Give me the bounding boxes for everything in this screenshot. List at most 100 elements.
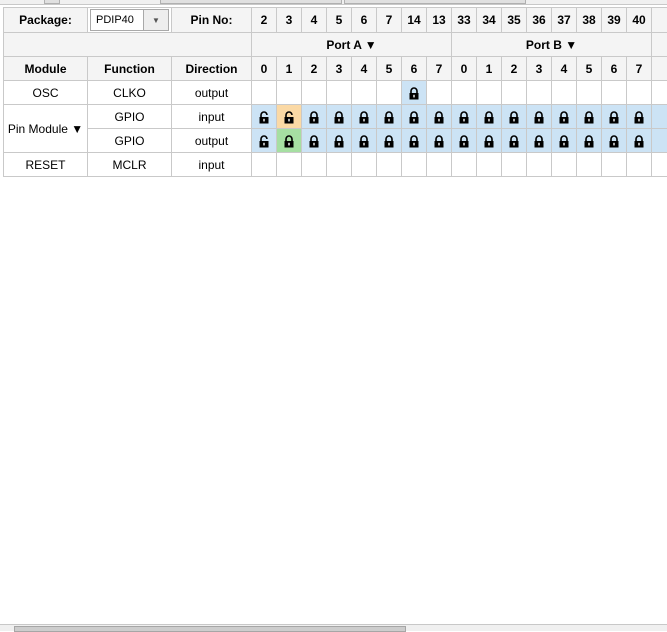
lock-icon[interactable] (558, 109, 570, 123)
pin-cell-locked[interactable] (527, 105, 552, 129)
package-select[interactable]: PDIP40 ▼ (90, 9, 169, 31)
pin-cell[interactable] (377, 81, 402, 105)
pin-cell[interactable] (427, 153, 452, 177)
tab-handle[interactable] (160, 0, 342, 4)
pin-cell-locked[interactable] (277, 129, 302, 153)
pin-cell[interactable] (502, 153, 527, 177)
pin-cell-locked[interactable] (577, 105, 602, 129)
pin-cell[interactable] (252, 81, 277, 105)
pin-cell-locked[interactable] (377, 105, 402, 129)
unlock-icon[interactable] (258, 133, 271, 147)
lock-icon[interactable] (458, 133, 470, 147)
pin-cell[interactable] (602, 153, 627, 177)
pin-cell-locked[interactable] (352, 105, 377, 129)
lock-icon[interactable] (408, 133, 420, 147)
pin-cell[interactable] (352, 153, 377, 177)
lock-icon[interactable] (383, 133, 395, 147)
pin-cell-locked[interactable] (327, 105, 352, 129)
lock-icon[interactable] (583, 109, 595, 123)
port-b-header[interactable]: Port B ▼ (452, 33, 652, 57)
pin-cell-locked[interactable] (477, 129, 502, 153)
lock-icon[interactable] (483, 133, 495, 147)
lock-icon[interactable] (633, 133, 645, 147)
pin-cell-locked[interactable] (452, 105, 477, 129)
lock-icon[interactable] (308, 109, 320, 123)
unlock-icon[interactable] (258, 109, 271, 123)
pin-cell[interactable] (427, 81, 452, 105)
lock-icon[interactable] (308, 133, 320, 147)
pin-cell[interactable] (402, 153, 427, 177)
lock-icon[interactable] (433, 133, 445, 147)
lock-icon[interactable] (533, 109, 545, 123)
pin-cell[interactable] (352, 81, 377, 105)
pin-cell-locked[interactable] (452, 129, 477, 153)
pin-cell-locked[interactable] (402, 129, 427, 153)
lock-icon[interactable] (483, 109, 495, 123)
pin-cell[interactable] (527, 153, 552, 177)
pin-cell-locked[interactable] (402, 81, 427, 105)
pin-cell-locked[interactable] (552, 129, 577, 153)
pin-cell-locked[interactable] (327, 129, 352, 153)
pin-cell-locked[interactable] (402, 105, 427, 129)
pin-cell[interactable] (277, 153, 302, 177)
pin-cell-locked[interactable] (627, 105, 652, 129)
lock-icon[interactable] (408, 85, 420, 99)
pin-cell-locked[interactable] (527, 129, 552, 153)
pin-cell[interactable] (627, 153, 652, 177)
pin-cell-locked[interactable] (477, 105, 502, 129)
pin-cell[interactable] (327, 81, 352, 105)
pin-cell-unlocked[interactable] (252, 129, 277, 153)
pin-cell[interactable] (477, 81, 502, 105)
lock-icon[interactable] (408, 109, 420, 123)
pin-cell-locked[interactable] (352, 129, 377, 153)
pin-cell-locked[interactable] (627, 129, 652, 153)
pin-cell[interactable] (327, 153, 352, 177)
pin-cell[interactable] (577, 153, 602, 177)
lock-icon[interactable] (608, 133, 620, 147)
lock-icon[interactable] (333, 133, 345, 147)
tab-handle[interactable] (344, 0, 526, 4)
pin-cell-locked[interactable] (502, 105, 527, 129)
pin-cell-locked[interactable] (577, 129, 602, 153)
pin-module-cell[interactable]: Pin Module ▼ (4, 105, 88, 153)
pin-cell[interactable] (277, 81, 302, 105)
lock-icon[interactable] (533, 133, 545, 147)
tab-handle[interactable] (44, 0, 60, 4)
pin-cell-locked[interactable] (602, 129, 627, 153)
lock-icon[interactable] (508, 133, 520, 147)
pin-cell-locked[interactable] (427, 129, 452, 153)
dropdown-arrow-icon[interactable]: ▼ (143, 10, 168, 30)
pin-cell[interactable] (527, 81, 552, 105)
pin-cell[interactable] (302, 153, 327, 177)
pin-cell[interactable] (602, 81, 627, 105)
pin-cell[interactable] (477, 153, 502, 177)
lock-icon[interactable] (508, 109, 520, 123)
pin-cell-unlocked[interactable] (252, 105, 277, 129)
pin-cell[interactable] (302, 81, 327, 105)
pin-cell-locked[interactable] (377, 129, 402, 153)
pin-cell[interactable] (452, 81, 477, 105)
pin-cell-unlocked[interactable] (277, 105, 302, 129)
pin-cell[interactable] (377, 153, 402, 177)
pin-cell-locked[interactable] (302, 105, 327, 129)
lock-icon[interactable] (358, 109, 370, 123)
lock-icon[interactable] (333, 109, 345, 123)
lock-icon[interactable] (358, 133, 370, 147)
pin-cell[interactable] (552, 153, 577, 177)
pin-cell[interactable] (552, 81, 577, 105)
pin-cell[interactable] (502, 81, 527, 105)
pin-cell-locked[interactable] (552, 105, 577, 129)
lock-icon[interactable] (608, 109, 620, 123)
pin-cell[interactable] (452, 153, 477, 177)
lock-icon[interactable] (633, 109, 645, 123)
pin-cell[interactable] (627, 81, 652, 105)
scrollbar-thumb[interactable] (14, 626, 406, 632)
pin-cell-locked[interactable] (302, 129, 327, 153)
pin-cell-locked[interactable] (427, 105, 452, 129)
lock-icon[interactable] (283, 133, 295, 147)
port-a-header[interactable]: Port A ▼ (252, 33, 452, 57)
lock-icon[interactable] (558, 133, 570, 147)
lock-icon[interactable] (583, 133, 595, 147)
pin-cell-locked[interactable] (502, 129, 527, 153)
lock-icon[interactable] (383, 109, 395, 123)
